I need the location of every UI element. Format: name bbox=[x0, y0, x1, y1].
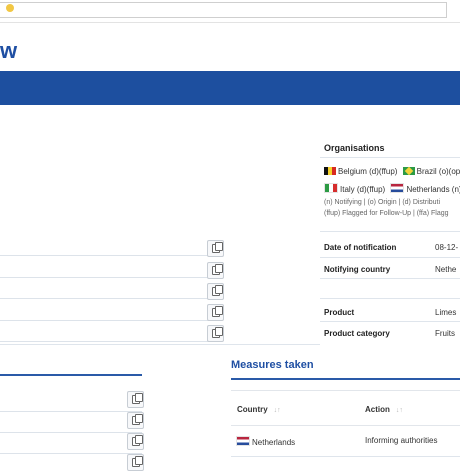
notifying-country-value: Nethe bbox=[435, 265, 457, 274]
field-row-divider bbox=[0, 320, 210, 321]
copy-icon bbox=[211, 327, 223, 338]
copy-icon bbox=[211, 306, 223, 317]
notifying-country-label: Notifying country bbox=[324, 265, 391, 274]
field-row-divider bbox=[0, 411, 142, 412]
netherlands-flag-icon bbox=[236, 436, 250, 446]
left-panel bbox=[0, 105, 320, 350]
measures-table-header: Country ↓↑ Action ↓↑ bbox=[231, 390, 460, 426]
field-row-divider bbox=[0, 255, 210, 256]
copy-icon bbox=[131, 393, 143, 404]
action-header-label: Action bbox=[365, 405, 390, 414]
copy-icon bbox=[211, 285, 223, 296]
copy-button[interactable] bbox=[207, 325, 224, 342]
copy-icon bbox=[131, 456, 143, 467]
left-section-underline bbox=[0, 374, 142, 376]
measure-action-cell: Informing authorities bbox=[365, 436, 438, 445]
product-label: Product bbox=[324, 308, 355, 317]
details-divider bbox=[320, 321, 460, 322]
copy-button[interactable] bbox=[127, 454, 144, 471]
belgium-flag-icon bbox=[324, 167, 336, 175]
copy-button[interactable] bbox=[207, 283, 224, 300]
sort-icon[interactable]: ↓↑ bbox=[274, 407, 281, 414]
organisation-entry: Brazil (o)(op) bbox=[416, 167, 460, 176]
measures-taken-title: Measures taken bbox=[231, 359, 314, 371]
organisation-line: Belgium (d)(ffup) Brazil (o)(op) bbox=[324, 167, 460, 176]
organisations-title: Organisations bbox=[324, 143, 385, 153]
organisation-entry: Netherlands (n)( bbox=[406, 185, 460, 194]
measure-country-label: Netherlands bbox=[252, 438, 296, 447]
organisations-divider bbox=[320, 157, 460, 158]
date-of-notification-label: Date of notification bbox=[324, 243, 397, 252]
details-divider bbox=[320, 278, 460, 279]
toolbar-search-field[interactable] bbox=[0, 2, 447, 18]
section-divider bbox=[0, 344, 320, 345]
details-divider bbox=[320, 231, 460, 232]
details-divider bbox=[320, 298, 460, 299]
copy-button[interactable] bbox=[207, 304, 224, 321]
field-row-divider bbox=[0, 432, 142, 433]
italy-flag-icon bbox=[324, 183, 338, 193]
copy-icon bbox=[131, 435, 143, 446]
organisation-entry: Belgium (d)(ffup) bbox=[338, 167, 398, 176]
measures-title-underline bbox=[231, 378, 460, 380]
organisation-entry: Italy (d)(ffup) bbox=[340, 185, 386, 194]
organisation-legend: (ffup) Flagged for Follow-Up | (ffa) Fla… bbox=[324, 210, 449, 217]
netherlands-flag-icon bbox=[390, 183, 405, 193]
field-row-divider bbox=[0, 277, 210, 278]
brazil-flag-icon bbox=[402, 167, 415, 175]
sort-icon[interactable]: ↓↑ bbox=[396, 407, 403, 414]
product-value: Limes bbox=[435, 308, 457, 317]
date-of-notification-value: 08-12- bbox=[435, 243, 459, 252]
copy-button[interactable] bbox=[127, 433, 144, 450]
header-band bbox=[0, 71, 460, 105]
field-row-divider bbox=[0, 453, 142, 454]
measure-country-cell: Netherlands bbox=[236, 436, 295, 447]
page-title: w bbox=[0, 38, 18, 63]
notification-icon[interactable] bbox=[6, 4, 14, 12]
copy-button[interactable] bbox=[127, 412, 144, 429]
country-column-header[interactable]: Country ↓↑ bbox=[237, 405, 281, 414]
table-row-divider bbox=[231, 456, 460, 457]
action-column-header[interactable]: Action ↓↑ bbox=[365, 405, 403, 414]
copy-button[interactable] bbox=[207, 262, 224, 279]
copy-button[interactable] bbox=[207, 240, 224, 257]
field-row-divider bbox=[0, 341, 210, 342]
organisation-line: Italy (d)(ffup) Netherlands (n)( bbox=[324, 183, 460, 194]
country-header-label: Country bbox=[237, 405, 268, 414]
copy-icon bbox=[211, 264, 223, 275]
copy-button[interactable] bbox=[127, 391, 144, 408]
product-category-value: Fruits bbox=[435, 329, 455, 338]
copy-icon bbox=[211, 242, 223, 253]
product-category-label: Product category bbox=[324, 329, 390, 338]
top-toolbar bbox=[0, 0, 460, 23]
details-divider bbox=[320, 257, 460, 258]
copy-icon bbox=[131, 414, 143, 425]
field-row-divider bbox=[0, 298, 210, 299]
organisation-legend: (n) Notifying | (o) Origin | (d) Distrib… bbox=[324, 199, 441, 206]
